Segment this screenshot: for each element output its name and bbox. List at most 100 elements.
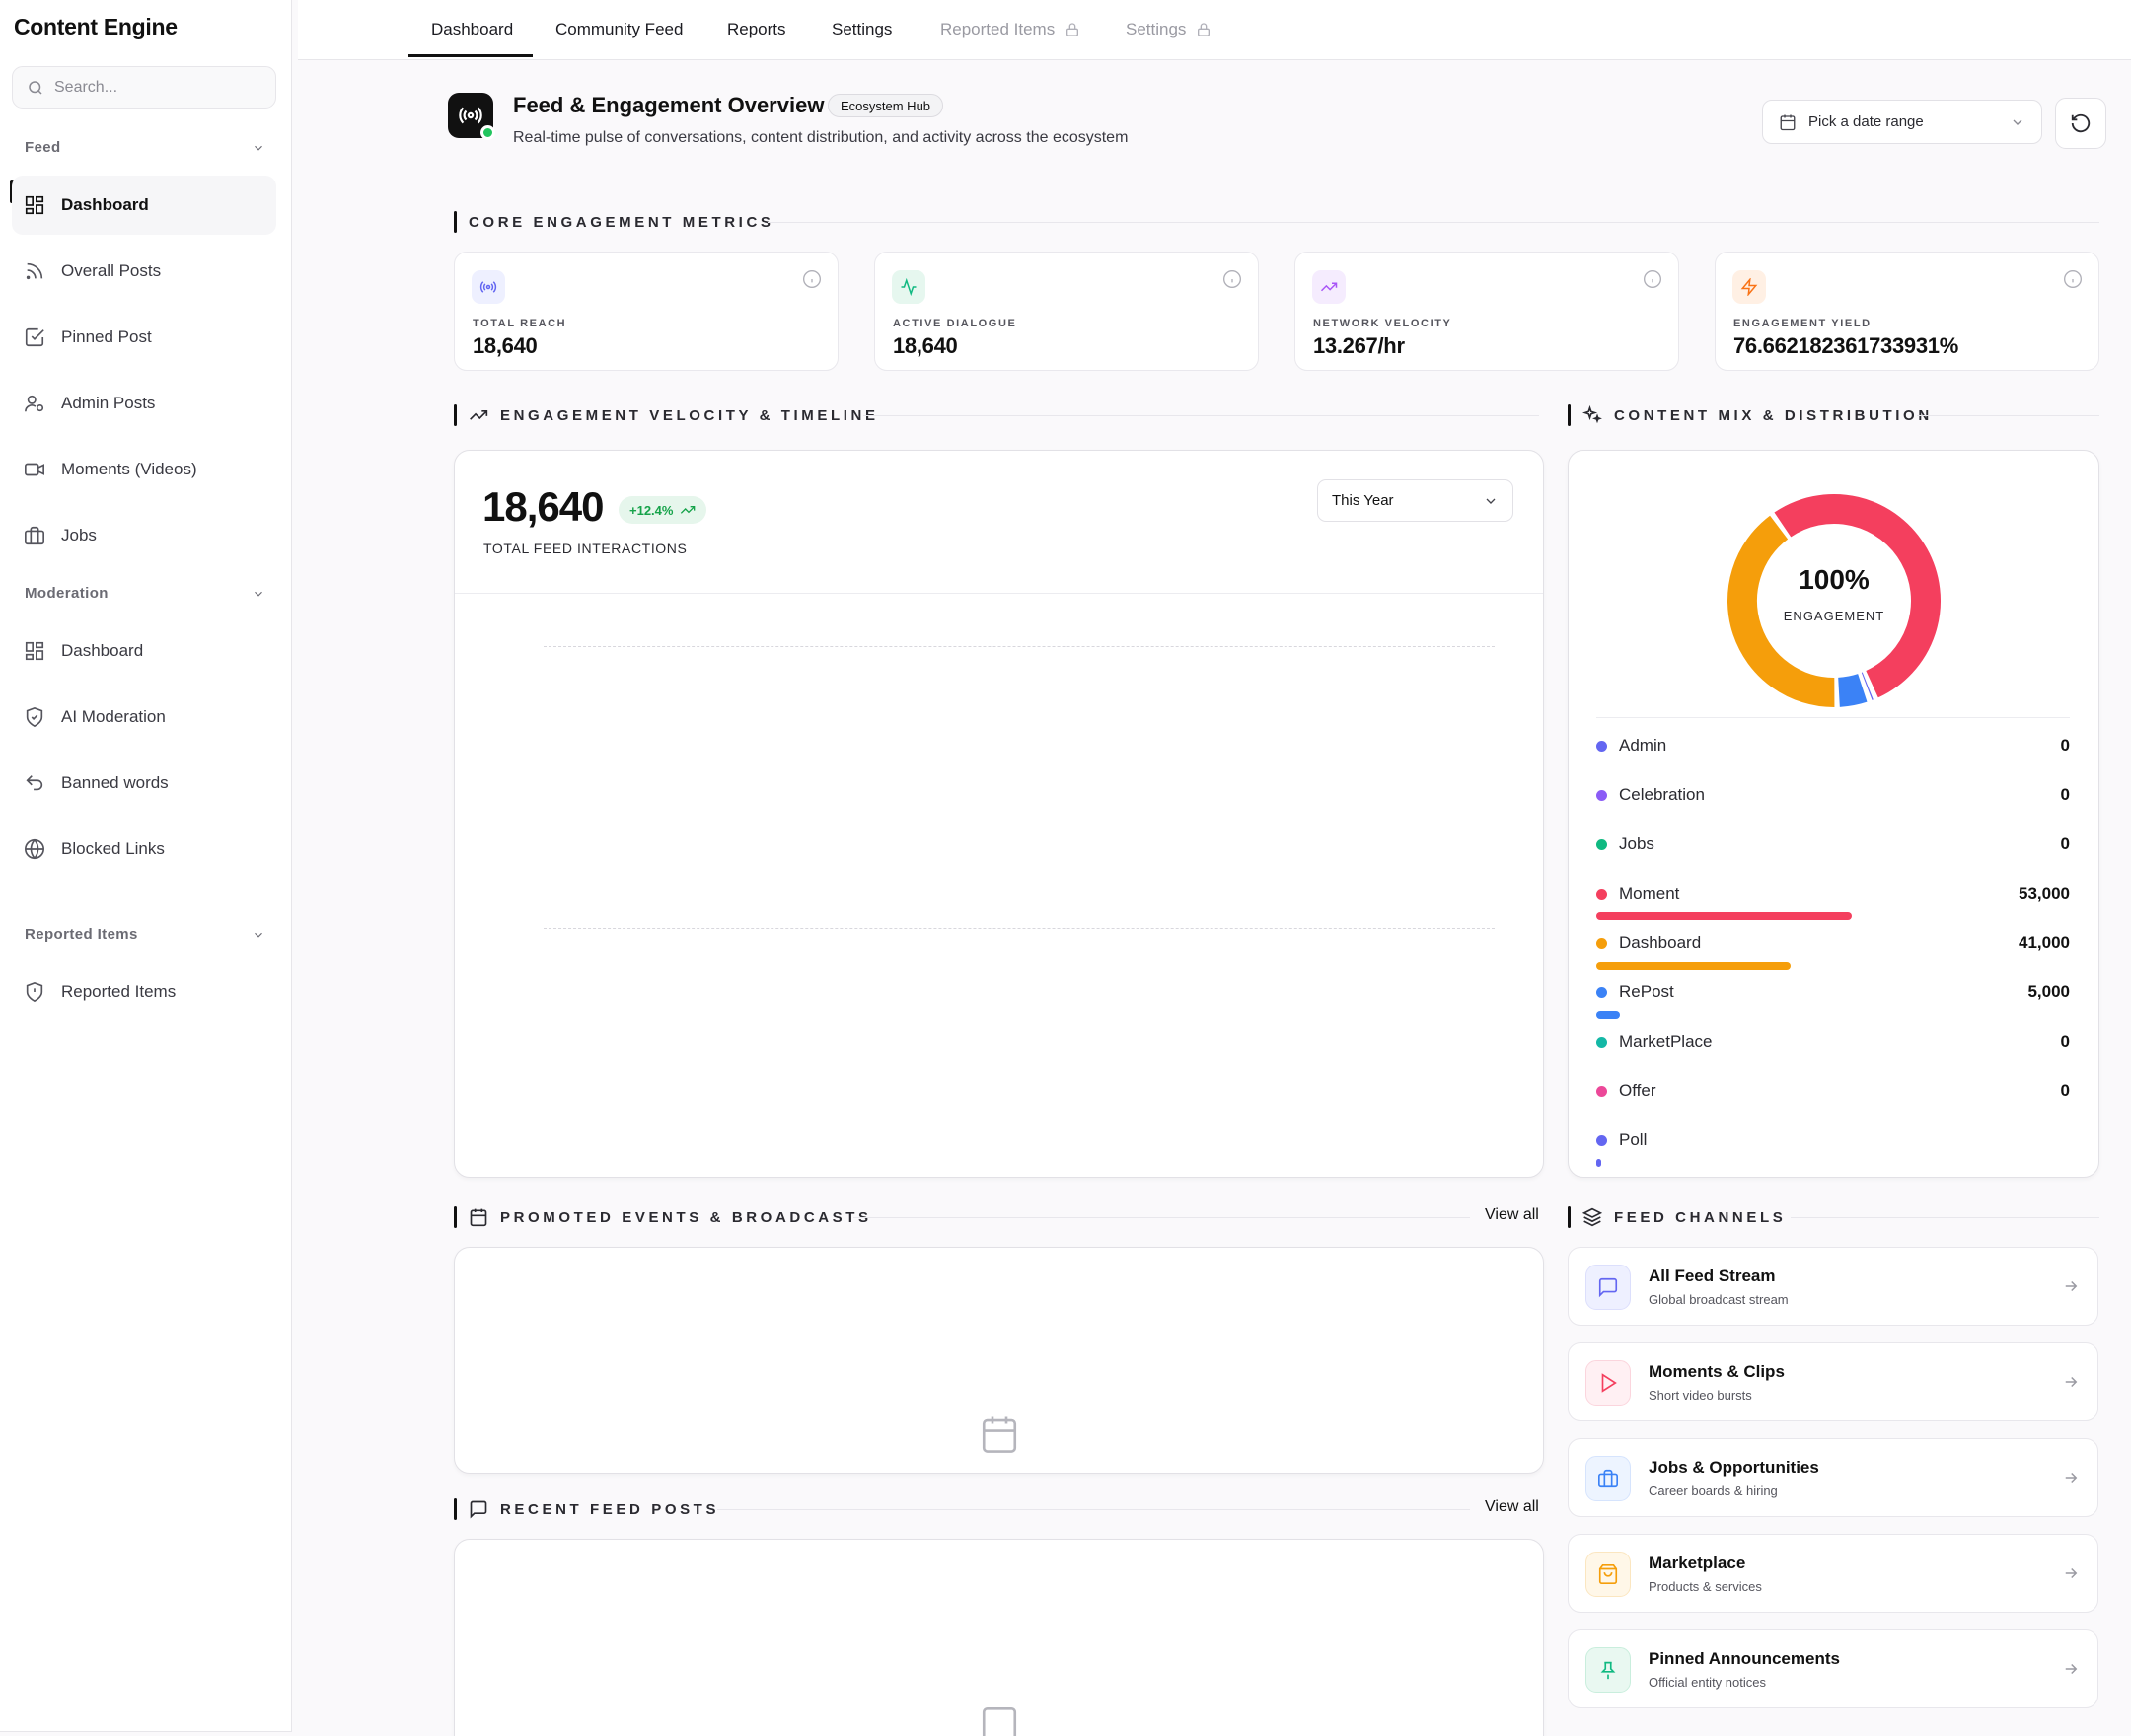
promoted-events-panel <box>454 1247 1544 1474</box>
sidebar-item-jobs[interactable]: Jobs <box>12 506 276 565</box>
arrow-right-icon <box>2065 1663 2078 1675</box>
sidebar-section-reported[interactable]: Reported Items <box>25 926 265 943</box>
content-mix-heading: CONTENT MIX & DISTRIBUTION <box>1568 404 1933 426</box>
info-icon[interactable] <box>1643 269 1662 289</box>
rss-icon <box>26 262 43 280</box>
tab-settings[interactable]: Settings <box>832 20 892 39</box>
date-range-picker[interactable]: Pick a date range <box>1762 100 2042 144</box>
search-input[interactable]: Search... <box>12 66 276 108</box>
metric-value: 13.267/hr <box>1313 333 1405 358</box>
channel-jobs-opportunities[interactable]: Jobs & Opportunities Career boards & hir… <box>1568 1438 2098 1517</box>
info-icon[interactable] <box>802 269 822 289</box>
chart-gridline <box>544 928 1495 929</box>
metric-value: 76.662182361733931% <box>1733 333 1958 358</box>
legend-item: Moment 53,000 <box>1596 879 2070 908</box>
section-divider <box>863 415 1539 416</box>
sidebar-item-pinned-post[interactable]: Pinned Post <box>12 308 276 367</box>
tab-dashboard[interactable]: Dashboard <box>431 20 513 39</box>
total-interactions-value: 18,640 <box>482 483 604 530</box>
online-status-dot <box>480 125 495 140</box>
briefcase-icon <box>1585 1456 1631 1501</box>
legend-dot <box>1596 1085 1607 1097</box>
sidebar-item-moderation-dashboard[interactable]: Dashboard <box>12 621 276 681</box>
tab-community-feed[interactable]: Community Feed <box>555 20 683 39</box>
message-square-icon <box>470 1500 487 1519</box>
tab-reported-items-locked[interactable]: Reported Items <box>940 20 1080 39</box>
view-all-posts-link[interactable]: View all <box>1485 1498 1539 1516</box>
legend-value: 0 <box>2060 1081 2070 1100</box>
tab-settings-locked[interactable]: Settings <box>1126 20 1212 39</box>
donut-center-label: ENGAGEMENT <box>1783 609 1885 623</box>
sidebar-item-reported-items[interactable]: Reported Items <box>12 963 276 1022</box>
legend-dot <box>1596 1036 1607 1048</box>
sidebar-item-overall-posts[interactable]: Overall Posts <box>12 242 276 301</box>
shield-alert-icon <box>26 981 43 1003</box>
activity-icon <box>892 270 925 304</box>
metric-value: 18,640 <box>473 333 538 358</box>
legend-dot <box>1596 986 1607 998</box>
info-icon[interactable] <box>2063 269 2083 289</box>
sidebar-item-banned-words[interactable]: Banned words <box>12 754 276 813</box>
legend-value: 0 <box>2060 1032 2070 1050</box>
legend-value: 0 <box>2060 785 2070 804</box>
engagement-donut-chart <box>1727 494 1941 707</box>
refresh-icon <box>2071 113 2091 133</box>
refresh-button[interactable] <box>2055 98 2106 149</box>
shield-check-icon <box>26 706 43 728</box>
legend-item: Celebration 0 <box>1596 780 2070 810</box>
legend-value: 53,000 <box>2019 884 2070 903</box>
layers-icon <box>1582 1207 1602 1227</box>
tab-reports[interactable]: Reports <box>727 20 786 39</box>
calendar-icon <box>1780 114 1796 130</box>
calendar-icon <box>470 1208 487 1227</box>
sidebar-item-blocked-links[interactable]: Blocked Links <box>12 820 276 879</box>
time-range-select[interactable]: This Year <box>1317 479 1513 522</box>
ecosystem-badge: Ecosystem Hub <box>828 94 944 117</box>
section-divider <box>717 1509 1470 1510</box>
legend-item: Poll <box>1596 1125 2070 1155</box>
channel-all-feed-stream[interactable]: All Feed Stream Global broadcast stream <box>1568 1247 2098 1326</box>
sidebar-item-admin-posts[interactable]: Admin Posts <box>12 374 276 433</box>
channel-moments-clips[interactable]: Moments & Clips Short video bursts <box>1568 1342 2098 1421</box>
legend-item: Admin 0 <box>1596 731 2070 760</box>
legend-item: RePost 5,000 <box>1596 977 2070 1007</box>
legend-label: RePost <box>1619 982 1674 1001</box>
promoted-heading: PROMOTED EVENTS & BROADCASTS <box>454 1206 872 1228</box>
legend-item: Dashboard 41,000 <box>1596 928 2070 958</box>
play-icon <box>1585 1360 1631 1406</box>
channel-marketplace[interactable]: Marketplace Products & services <box>1568 1534 2098 1613</box>
zap-icon <box>1732 270 1766 304</box>
metric-card-engagement-yield: ENGAGEMENT YIELD 76.662182361733931% <box>1715 252 2099 371</box>
arrow-right-icon <box>2065 1376 2078 1388</box>
user-cog-icon <box>25 395 44 412</box>
sidebar-section-feed[interactable]: Feed <box>25 139 265 156</box>
section-divider <box>1791 1217 2099 1218</box>
grid-icon <box>25 641 44 661</box>
panel-divider <box>455 593 1543 594</box>
info-icon[interactable] <box>1222 269 1242 289</box>
legend-share-bar <box>1596 1159 1601 1167</box>
legend-value: 0 <box>2060 834 2070 853</box>
legend-dot <box>1596 838 1607 850</box>
sidebar-item-ai-moderation[interactable]: AI Moderation <box>12 687 276 747</box>
chevron-down-icon <box>2013 119 2022 125</box>
sidebar-section-moderation[interactable]: Moderation <box>25 585 265 602</box>
donut-center-value: 100% <box>1799 564 1870 595</box>
section-divider <box>853 1217 1470 1218</box>
sparkles-icon <box>1582 405 1602 424</box>
chevron-down-icon <box>255 591 262 597</box>
sidebar-item-moments[interactable]: Moments (Videos) <box>12 440 276 499</box>
view-all-events-link[interactable]: View all <box>1485 1206 1539 1224</box>
channel-pinned-announcements[interactable]: Pinned Announcements Official entity not… <box>1568 1629 2098 1708</box>
metric-card-total-reach: TOTAL REACH 18,640 <box>454 252 839 371</box>
page-subtitle: Real-time pulse of conversations, conten… <box>513 129 1129 146</box>
sidebar-item-dashboard[interactable]: Dashboard <box>12 176 276 235</box>
search-icon <box>29 80 42 95</box>
briefcase-icon <box>25 526 44 545</box>
core-metrics-heading: CORE ENGAGEMENT METRICS <box>454 211 773 233</box>
legend-dot <box>1596 1134 1607 1146</box>
broadcast-icon <box>472 270 505 304</box>
metric-card-active-dialogue: ACTIVE DIALOGUE 18,640 <box>874 252 1259 371</box>
section-divider <box>1917 415 2099 416</box>
video-icon <box>25 463 44 476</box>
